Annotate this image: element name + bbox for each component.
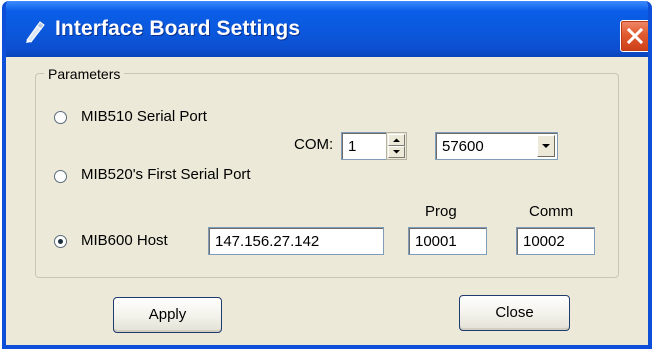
mib520-radio[interactable] — [54, 170, 67, 183]
chevron-down-icon — [393, 150, 400, 154]
mib510-label[interactable]: MIB510 Serial Port — [81, 108, 207, 125]
apply-button[interactable]: Apply — [113, 297, 222, 333]
spin-up-button[interactable] — [388, 134, 405, 146]
close-window-button[interactable] — [620, 20, 648, 52]
chevron-up-icon — [393, 138, 400, 142]
comm-label: Comm — [529, 203, 574, 220]
com-port-input[interactable]: 1 — [341, 132, 387, 160]
window-title: Interface Board Settings — [55, 17, 301, 40]
spin-down-button[interactable] — [388, 146, 405, 158]
comm-port-input[interactable]: 10002 — [516, 227, 595, 255]
prog-port-input[interactable]: 10001 — [408, 227, 487, 255]
dropdown-arrow-icon — [542, 144, 550, 148]
parameters-legend: Parameters — [44, 66, 125, 82]
pen-icon — [26, 21, 45, 43]
baud-rate-dropdown-button[interactable] — [537, 135, 555, 157]
baud-rate-value: 57600 — [442, 138, 484, 155]
com-port-spinner[interactable] — [386, 132, 407, 160]
radio-selected-dot — [58, 239, 63, 244]
title-bar[interactable]: Interface Board Settings — [6, 1, 648, 57]
prog-label: Prog — [425, 203, 457, 220]
mib510-radio[interactable] — [54, 111, 67, 124]
mib520-label[interactable]: MIB520's First Serial Port — [81, 166, 251, 183]
com-label: COM: — [294, 136, 334, 153]
mib600-host-input[interactable]: 147.156.27.142 — [208, 227, 384, 255]
close-icon — [627, 28, 643, 44]
mib600-label[interactable]: MIB600 Host — [81, 232, 168, 249]
mib600-radio[interactable] — [54, 235, 67, 248]
close-button[interactable]: Close — [459, 295, 570, 331]
